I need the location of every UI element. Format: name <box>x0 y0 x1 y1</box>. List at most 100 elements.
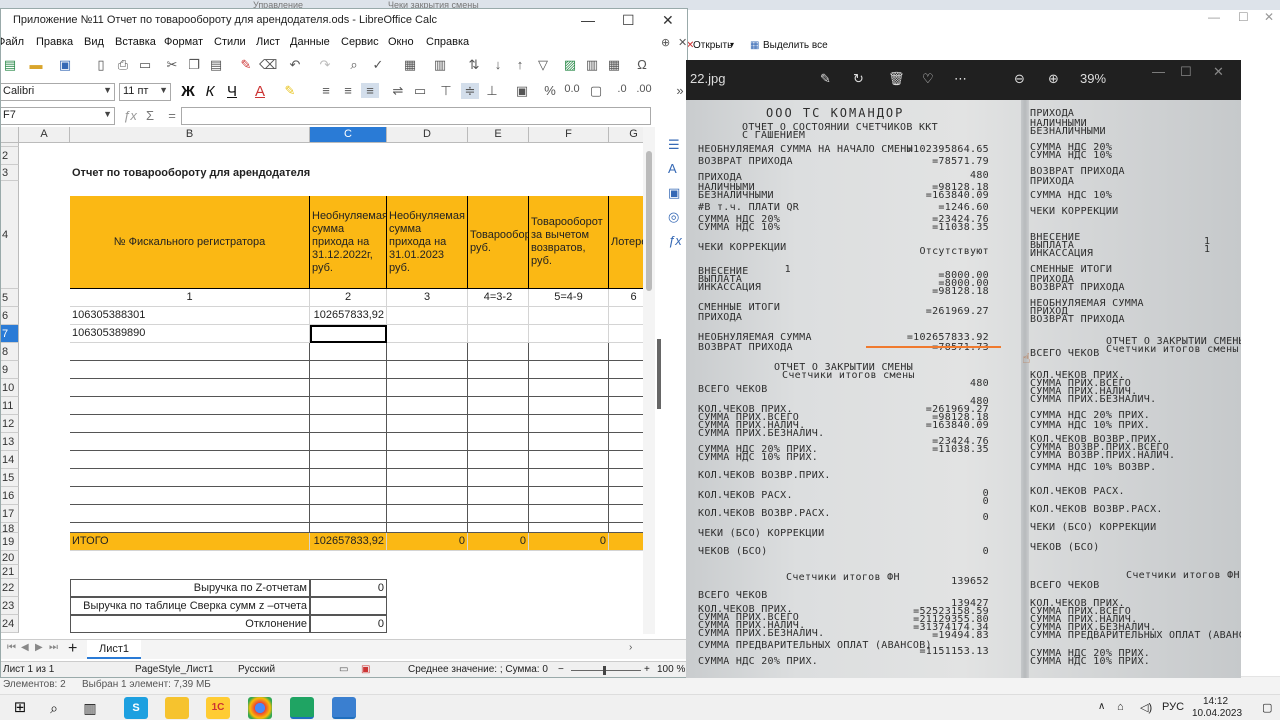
empty-cell[interactable] <box>468 433 529 451</box>
empty-cell[interactable] <box>70 397 310 415</box>
align-top-icon[interactable]: ⊤ <box>437 83 455 99</box>
header-turnover[interactable]: Товарооборот, руб. <box>468 196 529 289</box>
row-header-17[interactable]: 17 <box>1 505 19 523</box>
align-center-icon[interactable]: ≡ <box>339 83 357 98</box>
empty-cell[interactable] <box>529 397 609 415</box>
italic-icon[interactable]: К <box>201 83 219 100</box>
empty-cell[interactable] <box>387 343 468 361</box>
menu-data[interactable]: Данные <box>290 36 330 48</box>
header-turnover-net[interactable]: Товарооборот за вычетом возвратов, руб. <box>529 196 609 289</box>
empty-cell[interactable] <box>310 397 387 415</box>
zoom-in-icon[interactable]: + <box>644 664 650 675</box>
underline-icon[interactable]: Ч <box>223 83 241 100</box>
tray-volume-icon[interactable]: ◁) <box>1140 701 1152 714</box>
open-button[interactable]: Открыть <box>693 40 732 51</box>
column-icon[interactable]: ▥ <box>431 57 449 73</box>
empty-cell[interactable] <box>609 433 643 451</box>
viewer-maximize-icon[interactable]: ☐ <box>1180 64 1192 80</box>
next-sheet-icon[interactable]: ▶ <box>35 642 43 653</box>
selection-mode-icon[interactable]: ▭ <box>339 664 348 675</box>
photos-icon[interactable] <box>332 697 356 719</box>
fiscal-number-2[interactable]: 106305389890 <box>70 325 310 343</box>
chevron-down-icon[interactable]: ▼ <box>159 85 168 95</box>
special-character-icon[interactable]: Ω <box>633 57 651 72</box>
zoom-slider-thumb[interactable] <box>603 666 606 675</box>
formula-icon[interactable]: = <box>163 108 181 123</box>
date-icon[interactable]: ▢ <box>587 83 605 99</box>
tray-date[interactable]: 10.04.2023 <box>1192 708 1242 719</box>
menu-styles[interactable]: Стили <box>214 36 246 48</box>
empty-cell[interactable] <box>529 343 609 361</box>
empty-cell[interactable] <box>529 523 609 533</box>
rotate-icon[interactable]: ↻ <box>853 71 864 87</box>
empty-cell[interactable] <box>70 487 310 505</box>
autofilter-icon[interactable]: ▽ <box>534 57 552 73</box>
empty-cell[interactable] <box>70 343 310 361</box>
row-header-7[interactable]: 7 <box>1 325 19 343</box>
chevron-down-icon[interactable]: ▾ <box>730 40 734 49</box>
row-header-4[interactable]: 4 <box>1 181 19 289</box>
clear-formatting-icon[interactable]: ⌫ <box>259 57 277 73</box>
revenue-z-value[interactable]: 0 <box>310 579 387 597</box>
empty-cell[interactable] <box>310 343 387 361</box>
row-header-15[interactable]: 15 <box>1 469 19 487</box>
sort-ascending-icon[interactable]: ↓ <box>489 57 507 72</box>
navigator-icon[interactable]: ◎ <box>668 209 679 225</box>
empty-cell[interactable] <box>70 523 310 533</box>
menu-format[interactable]: Формат <box>164 36 203 48</box>
row-header-13[interactable]: 13 <box>1 433 19 451</box>
receipt-photo[interactable]: ООО ТС КОМАНДОР ОТЧЕТ О СОСТОЯНИИ СЧЕТЧИК… <box>686 100 1241 678</box>
empty-cell[interactable] <box>468 343 529 361</box>
sort-descending-icon[interactable]: ↑ <box>511 57 529 72</box>
menu-window[interactable]: Окно <box>388 36 414 48</box>
sum-icon[interactable]: Σ <box>141 108 159 123</box>
header-sum-end[interactable]: Необнуляемая сумма прихода на 31.01.2023… <box>387 196 468 289</box>
chevron-down-icon[interactable]: ▼ <box>103 85 112 95</box>
empty-cell[interactable] <box>387 433 468 451</box>
empty-cell[interactable] <box>529 325 609 343</box>
empty-cell[interactable] <box>310 469 387 487</box>
empty-cell[interactable] <box>310 433 387 451</box>
empty-cell[interactable] <box>310 379 387 397</box>
explorer-close-icon[interactable]: ✕ <box>1264 10 1274 24</box>
row-header-8[interactable]: 8 <box>1 343 19 361</box>
fiscal-number-1[interactable]: 106305388301 <box>70 307 310 325</box>
row-header-19[interactable]: 19 <box>1 533 19 551</box>
column-header-g[interactable]: G <box>609 127 643 143</box>
empty-cell[interactable] <box>387 415 468 433</box>
empty-cell[interactable] <box>529 415 609 433</box>
empty-cell[interactable] <box>387 397 468 415</box>
delete-decimal-icon[interactable]: .00 <box>635 83 653 95</box>
zoom-slider[interactable] <box>571 670 641 671</box>
find-replace-icon[interactable]: ⌕ <box>345 57 363 73</box>
empty-cell[interactable] <box>387 361 468 379</box>
active-cell[interactable] <box>310 325 387 343</box>
libreoffice-calc-icon[interactable] <box>290 697 314 719</box>
row-header-18[interactable]: 18 <box>1 523 19 535</box>
insert-image-icon[interactable]: ▨ <box>561 57 579 73</box>
empty-cell[interactable] <box>310 451 387 469</box>
gallery-icon[interactable]: ▣ <box>668 185 680 201</box>
colnum-b[interactable]: 1 <box>70 289 310 307</box>
row-header-5[interactable]: 5 <box>1 289 19 307</box>
colnum-e[interactable]: 4=3-2 <box>468 289 529 307</box>
empty-cell[interactable] <box>468 307 529 325</box>
header-fiscal-number[interactable]: № Фискального регистратора <box>70 196 310 289</box>
column-header-c[interactable]: C <box>310 127 387 143</box>
copy-icon[interactable]: ❐ <box>185 57 203 73</box>
bold-icon[interactable]: Ж <box>179 83 197 100</box>
empty-cell[interactable] <box>468 325 529 343</box>
viewer-minimize-icon[interactable]: — <box>1152 64 1165 79</box>
colnum-c[interactable]: 2 <box>310 289 387 307</box>
sidebar-splitter[interactable] <box>657 339 661 409</box>
delete-icon[interactable]: 🗑 <box>888 71 905 87</box>
1c-icon[interactable] <box>165 697 189 719</box>
align-middle-icon[interactable]: ≑ <box>461 83 479 99</box>
empty-cell[interactable] <box>70 361 310 379</box>
row-header-10[interactable]: 10 <box>1 379 19 397</box>
colnum-d[interactable]: 3 <box>387 289 468 307</box>
empty-cell[interactable] <box>70 469 310 487</box>
save-icon[interactable]: ▣ <box>56 57 74 73</box>
skype-icon[interactable]: S <box>124 697 148 719</box>
empty-cell[interactable] <box>609 505 643 523</box>
